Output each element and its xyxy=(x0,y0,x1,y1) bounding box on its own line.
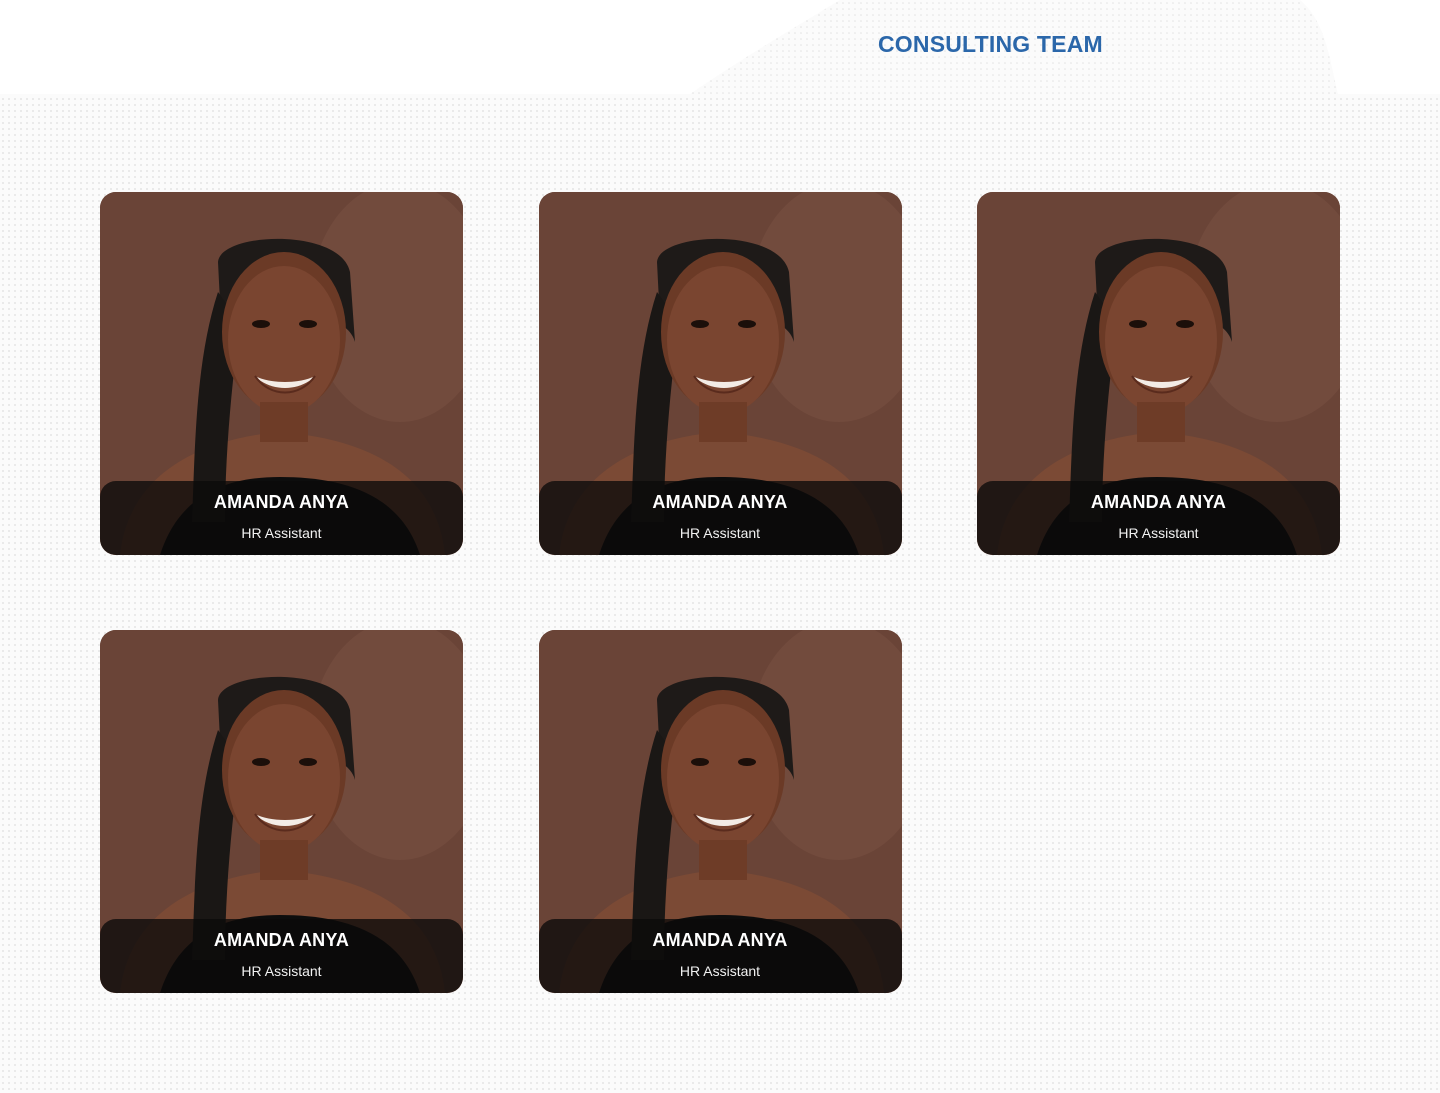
member-caption: AMANDA ANYA HR Assistant xyxy=(977,481,1340,555)
section-title: CONSULTING TEAM xyxy=(878,31,1103,57)
team-grid: AMANDA ANYA HR Assistant AMANDA ANYA HR … xyxy=(100,192,1340,993)
member-caption: AMANDA ANYA HR Assistant xyxy=(538,481,902,555)
member-caption: AMANDA ANYA HR Assistant xyxy=(100,919,463,993)
member-role: HR Assistant xyxy=(241,525,322,541)
member-name: AMANDA ANYA xyxy=(652,930,788,950)
team-member-card[interactable]: AMANDA ANYA HR Assistant xyxy=(538,192,902,555)
member-role: HR Assistant xyxy=(1118,525,1199,541)
member-name: AMANDA ANYA xyxy=(213,930,350,950)
member-role: HR Assistant xyxy=(679,963,761,979)
team-page: CONSULTING TEAM AMANDA ANYA HR Assistant… xyxy=(0,0,1440,1093)
team-member-card[interactable]: AMANDA ANYA HR Assistant xyxy=(977,192,1340,555)
team-member-card[interactable]: AMANDA ANYA HR Assistant xyxy=(538,630,902,993)
team-member-card[interactable]: AMANDA ANYA HR Assistant xyxy=(100,192,463,555)
member-caption: AMANDA ANYA HR Assistant xyxy=(538,919,902,993)
member-role: HR Assistant xyxy=(679,525,761,541)
member-name: AMANDA ANYA xyxy=(1090,492,1227,512)
member-caption: AMANDA ANYA HR Assistant xyxy=(100,481,463,555)
member-role: HR Assistant xyxy=(241,963,322,979)
team-member-card[interactable]: AMANDA ANYA HR Assistant xyxy=(100,630,463,993)
header-wave-decoration xyxy=(690,0,1338,94)
member-name: AMANDA ANYA xyxy=(213,492,350,512)
member-name: AMANDA ANYA xyxy=(652,492,788,512)
